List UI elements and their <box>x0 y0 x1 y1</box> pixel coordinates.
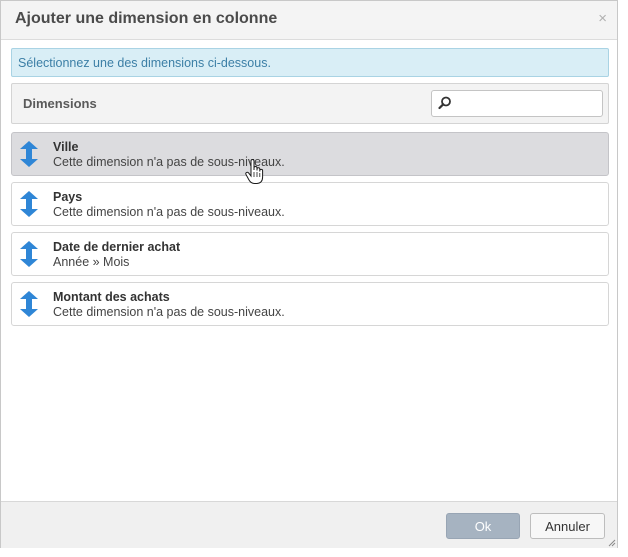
close-icon[interactable]: × <box>598 10 607 27</box>
search-icon <box>438 96 451 110</box>
dimension-item-ville[interactable]: Ville Cette dimension n'a pas de sous-ni… <box>11 132 609 176</box>
dialog-header: Ajouter une dimension en colonne × <box>1 1 617 40</box>
dimension-description: Année » Mois <box>53 255 130 269</box>
dimension-description: Cette dimension n'a pas de sous-niveaux. <box>53 155 285 169</box>
dimension-list: Ville Cette dimension n'a pas de sous-ni… <box>11 132 609 332</box>
search-box[interactable] <box>431 90 603 117</box>
info-message-box: Sélectionnez une des dimensions ci-desso… <box>11 48 609 77</box>
dimensions-label: Dimensions <box>23 96 97 111</box>
dimension-item-montant-des-achats[interactable]: Montant des achats Cette dimension n'a p… <box>11 282 609 326</box>
up-down-arrow-icon <box>20 291 38 317</box>
dialog: Ajouter une dimension en colonne × Sélec… <box>0 0 618 548</box>
dimension-name: Pays <box>53 190 83 204</box>
dimensions-bar: Dimensions <box>11 83 609 124</box>
dimension-item-date-de-dernier-achat[interactable]: Date de dernier achat Année » Mois <box>11 232 609 276</box>
ok-button[interactable]: Ok <box>446 513 520 539</box>
up-down-arrow-icon <box>20 141 38 167</box>
dimension-name: Date de dernier achat <box>53 240 181 254</box>
dimension-description: Cette dimension n'a pas de sous-niveaux. <box>53 305 285 319</box>
dimension-name: Montant des achats <box>53 290 170 304</box>
dimension-description: Cette dimension n'a pas de sous-niveaux. <box>53 205 285 219</box>
dialog-title: Ajouter une dimension en colonne <box>15 10 278 27</box>
dialog-footer: Ok Annuler <box>1 501 617 548</box>
resize-grip-icon[interactable] <box>606 537 616 547</box>
up-down-arrow-icon <box>20 191 38 217</box>
dimension-item-pays[interactable]: Pays Cette dimension n'a pas de sous-niv… <box>11 182 609 226</box>
cancel-button[interactable]: Annuler <box>530 513 605 539</box>
search-input[interactable] <box>456 94 600 114</box>
up-down-arrow-icon <box>20 241 38 267</box>
dimension-name: Ville <box>53 140 79 154</box>
info-message: Sélectionnez une des dimensions ci-desso… <box>18 56 271 70</box>
